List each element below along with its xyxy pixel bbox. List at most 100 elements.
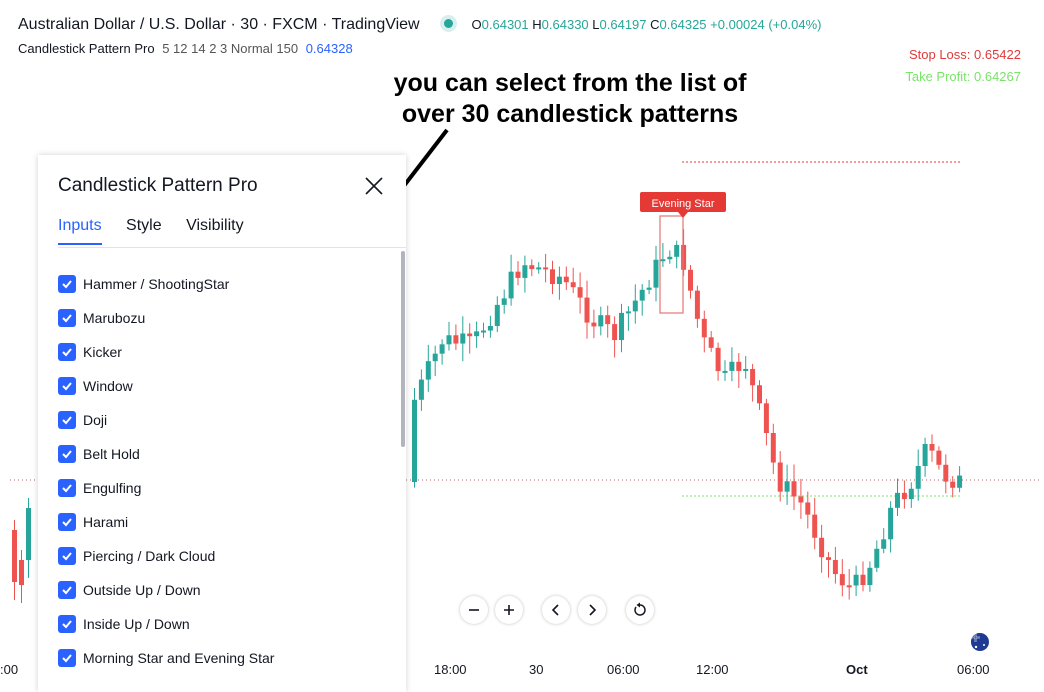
checkbox[interactable] (58, 411, 76, 429)
pattern-label: Engulfing (83, 480, 142, 496)
candle-body (646, 287, 652, 290)
checkbox[interactable] (58, 649, 76, 667)
candle-body (425, 361, 431, 380)
checkbox[interactable] (58, 445, 76, 463)
indicator-legend[interactable]: Candlestick Pattern Pro 5 12 14 2 3 Norm… (18, 41, 353, 56)
candle-body (660, 259, 666, 262)
pattern-item[interactable]: Engulfing (58, 471, 396, 505)
candle-body (929, 443, 935, 451)
checkbox[interactable] (58, 581, 76, 599)
checkbox[interactable] (58, 479, 76, 497)
candle-body (460, 333, 466, 344)
candle-body (487, 325, 493, 331)
pattern-item[interactable]: Outside Up / Down (58, 573, 396, 607)
checkbox[interactable] (58, 343, 76, 361)
tab-visibility[interactable]: Visibility (186, 217, 244, 243)
pattern-label: Belt Hold (83, 446, 140, 462)
candle-body (915, 466, 921, 489)
candle-body (467, 333, 473, 337)
pattern-item[interactable]: Marubozu (58, 301, 396, 335)
candle-body (612, 324, 618, 341)
scroll-left-button[interactable] (542, 596, 570, 624)
checkbox[interactable] (58, 309, 76, 327)
currency-flag-icon[interactable] (971, 633, 989, 651)
checkmark-icon (62, 518, 72, 527)
candle-body (722, 370, 728, 373)
candle-body (943, 464, 949, 482)
indicator-name: Candlestick Pattern Pro (18, 41, 155, 56)
checkmark-icon (62, 552, 72, 561)
candle-body (936, 450, 942, 465)
candle-body (743, 368, 749, 371)
candle-body (543, 267, 549, 270)
checkbox[interactable] (58, 615, 76, 633)
checkmark-icon (62, 314, 72, 323)
candle-body (701, 318, 707, 338)
candle-body (853, 574, 859, 586)
checkmark-icon (62, 654, 72, 663)
candle-body (653, 259, 659, 288)
chevron-right-icon (589, 604, 597, 616)
checkbox[interactable] (58, 377, 76, 395)
candle-body (522, 265, 528, 278)
candle-body (667, 256, 673, 260)
zoom-in-button[interactable] (495, 596, 523, 624)
pattern-item[interactable]: Morning Star and Evening Star (58, 641, 396, 675)
candle-body (805, 502, 811, 515)
pattern-label: Piercing / Dark Cloud (83, 548, 216, 564)
zoom-out-button[interactable] (460, 596, 488, 624)
pattern-item[interactable]: Doji (58, 403, 396, 437)
candle-body (881, 539, 887, 549)
candle-body (888, 507, 894, 540)
candle-body (446, 335, 452, 345)
candle-body (957, 475, 963, 488)
time-label: 06:00 (957, 662, 990, 677)
scroll-right-button[interactable] (578, 596, 606, 624)
checkmark-icon (62, 620, 72, 629)
close-icon[interactable] (362, 174, 386, 198)
candle-body (784, 481, 790, 492)
tab-inputs[interactable]: Inputs (58, 217, 102, 245)
candle-body (901, 492, 907, 500)
checkbox[interactable] (58, 547, 76, 565)
pattern-label-pointer (678, 212, 688, 218)
candle-body (515, 271, 521, 278)
reset-icon (634, 602, 646, 616)
candle-body (757, 385, 762, 404)
checkmark-icon (62, 280, 72, 289)
candle-body (481, 330, 486, 333)
candle-body (770, 432, 776, 463)
reset-chart-button[interactable] (626, 596, 654, 624)
tab-style[interactable]: Style (126, 217, 162, 243)
pattern-item[interactable]: Belt Hold (58, 437, 396, 471)
candle-body (494, 304, 500, 326)
candle-body (860, 574, 866, 586)
scrollbar[interactable] (401, 251, 405, 447)
pattern-item[interactable]: Kicker (58, 335, 396, 369)
annotation-text: you can select from the list of over 30 … (393, 69, 747, 128)
checkmark-icon (62, 416, 72, 425)
candle-body (688, 269, 693, 291)
candle-body (570, 282, 576, 288)
pattern-item[interactable]: Harami (58, 505, 396, 539)
checkbox[interactable] (58, 275, 76, 293)
checkbox[interactable] (58, 513, 76, 531)
pattern-item[interactable]: Hammer / ShootingStar (58, 267, 396, 301)
checkmark-icon (62, 348, 72, 357)
candle-body (832, 560, 838, 575)
pattern-label: Marubozu (83, 310, 146, 326)
candle-body (674, 244, 680, 257)
candle-body (474, 331, 480, 337)
candle-body (19, 560, 24, 585)
candle-body (708, 337, 714, 348)
symbol-header: Australian Dollar / U.S. Dollar · 30 · F… (18, 16, 821, 34)
indicator-params: 5 12 14 2 3 Normal 150 (162, 41, 299, 56)
pattern-item[interactable]: Window (58, 369, 396, 403)
candle-body (950, 481, 956, 488)
candle-body (908, 488, 914, 500)
candle-body (763, 403, 769, 433)
pattern-item[interactable]: Piercing / Dark Cloud (58, 539, 396, 573)
checkmark-icon (62, 484, 72, 493)
pattern-item[interactable]: Inside Up / Down (58, 607, 396, 641)
candle-body (605, 315, 611, 325)
